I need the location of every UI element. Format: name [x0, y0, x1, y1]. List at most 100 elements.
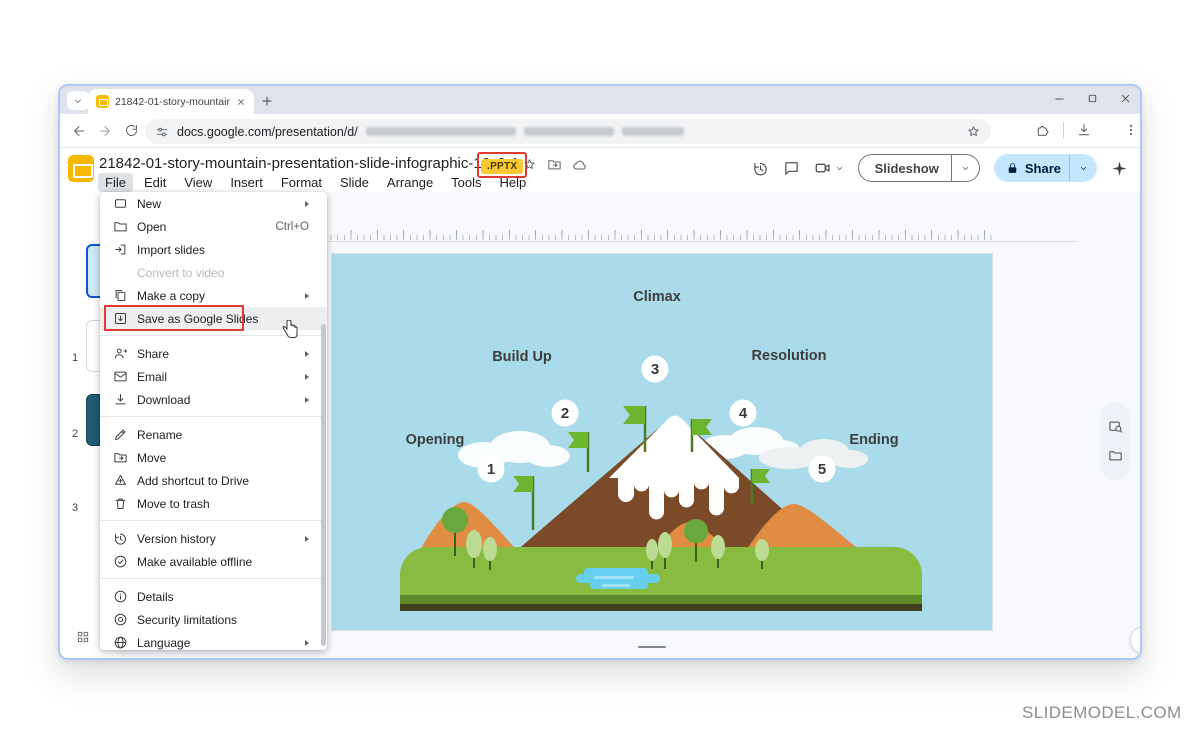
menu-scrollbar[interactable] — [321, 192, 326, 650]
slideshow-dropdown[interactable] — [951, 155, 979, 181]
cloud-status-icon[interactable] — [572, 157, 588, 173]
version-history-icon[interactable] — [752, 160, 769, 177]
menubar-item-insert[interactable]: Insert — [223, 173, 270, 192]
menu-item-label: Version history — [137, 532, 296, 546]
menu-item-open[interactable]: OpenCtrl+O — [100, 215, 327, 238]
menubar-item-file[interactable]: File — [98, 173, 133, 192]
share-label: Share — [1019, 161, 1069, 176]
ruler-ticks — [324, 228, 992, 240]
menu-item-label: Language — [137, 636, 296, 650]
menubar-item-edit[interactable]: Edit — [137, 173, 173, 192]
move-icon — [112, 450, 128, 466]
import-icon — [112, 242, 128, 258]
url-bar[interactable]: docs.google.com/presentation/d/ — [145, 119, 991, 144]
menubar-item-slide[interactable]: Slide — [333, 173, 376, 192]
menubar-item-help[interactable]: Help — [493, 173, 534, 192]
browser-menu-icon[interactable] — [1124, 123, 1138, 137]
tab-search-button[interactable] — [67, 91, 89, 110]
menubar-item-view[interactable]: View — [177, 173, 219, 192]
forward-button[interactable] — [92, 118, 118, 144]
grid-view-button[interactable] — [70, 626, 96, 648]
menu-item-label: Share — [137, 347, 296, 361]
star-document-icon[interactable] — [522, 157, 537, 172]
menu-item-download[interactable]: Download — [100, 388, 327, 411]
menu-item-add-shortcut-to-drive[interactable]: Add shortcut to Drive — [100, 469, 327, 492]
menubar-item-arrange[interactable]: Arrange — [380, 173, 440, 192]
page: 21842-01-story-mountain-pres — [0, 0, 1200, 743]
language-icon — [112, 635, 128, 651]
menu-item-language[interactable]: Language — [100, 631, 327, 650]
blank-icon — [112, 265, 128, 281]
document-title[interactable]: 21842-01-story-mountain-presentation-sli… — [99, 155, 519, 172]
comment-icon[interactable] — [783, 160, 800, 177]
menu-item-version-history[interactable]: Version history — [100, 527, 327, 550]
share-dropdown[interactable] — [1069, 154, 1097, 182]
menu-item-label: Convert to video — [137, 266, 309, 280]
image-search-icon[interactable] — [1108, 419, 1123, 434]
slideshow-button[interactable]: Slideshow — [858, 154, 980, 182]
gemini-sparkle-icon[interactable] — [1111, 160, 1128, 177]
share-icon — [112, 346, 128, 362]
watermark-text: SLIDEMODEL.COM — [1022, 703, 1182, 723]
chevron-down-icon — [835, 164, 844, 173]
extensions-icon[interactable] — [1035, 122, 1051, 138]
menu-item-move[interactable]: Move — [100, 446, 327, 469]
history-icon — [112, 531, 128, 547]
drive-icon — [112, 473, 128, 489]
site-settings-icon[interactable] — [155, 125, 169, 139]
email-icon — [112, 369, 128, 385]
browser-tab[interactable]: 21842-01-story-mountain-pres — [88, 89, 254, 114]
menu-item-label: Import slides — [137, 243, 309, 257]
menu-item-share[interactable]: Share — [100, 342, 327, 365]
story-mountain-graphic: 1 2 3 4 5 Opening Build Up Climax Resolu… — [332, 254, 992, 630]
lock-icon — [1006, 162, 1019, 175]
label-build-up: Build Up — [492, 349, 552, 365]
menu-item-make-a-copy[interactable]: Make a copy — [100, 284, 327, 307]
share-button[interactable]: Share — [994, 154, 1097, 182]
chevron-down-icon — [961, 164, 970, 173]
move-folder-icon[interactable] — [547, 157, 562, 172]
menu-item-new[interactable]: New — [100, 192, 327, 215]
slides-logo-icon[interactable] — [68, 155, 94, 182]
step-5: 5 — [818, 461, 826, 478]
menu-divider — [100, 578, 327, 579]
window-close-button[interactable] — [1119, 92, 1132, 105]
bookmark-star-icon[interactable] — [966, 124, 981, 139]
join-call-button[interactable] — [814, 159, 844, 177]
download-icon — [112, 392, 128, 408]
menu-item-move-to-trash[interactable]: Move to trash — [100, 492, 327, 515]
menubar-item-tools[interactable]: Tools — [444, 173, 488, 192]
menu-item-email[interactable]: Email — [100, 365, 327, 388]
menu-item-label: Security limitations — [137, 613, 309, 627]
window-minimize-button[interactable] — [1053, 92, 1066, 105]
tab-close-icon[interactable] — [236, 97, 246, 107]
mouse-cursor — [282, 320, 299, 339]
url-redacted-segment — [622, 127, 684, 136]
menubar-item-format[interactable]: Format — [274, 173, 329, 192]
downloads-icon[interactable] — [1076, 122, 1092, 138]
menu-item-import-slides[interactable]: Import slides — [100, 238, 327, 261]
menu-item-rename[interactable]: Rename — [100, 423, 327, 446]
window-maximize-button[interactable] — [1086, 92, 1099, 105]
menu-item-label: New — [137, 197, 296, 211]
slide-number-1: 1 — [72, 352, 78, 364]
new-tab-button[interactable] — [260, 94, 274, 108]
slide-number-2: 2 — [72, 428, 78, 440]
speaker-notes-handle[interactable] — [638, 646, 666, 648]
side-panel-pill — [1100, 402, 1130, 480]
menu-scrollbar-thumb[interactable] — [321, 324, 326, 646]
menu-item-label: Email — [137, 370, 296, 384]
menu-item-shortcut: Ctrl+O — [275, 221, 309, 233]
menu-item-details[interactable]: Details — [100, 585, 327, 608]
reload-button[interactable] — [118, 118, 144, 144]
menu-item-label: Download — [137, 393, 296, 407]
file-type-badge: .PPTX — [481, 159, 523, 174]
slide-number-3: 3 — [72, 502, 78, 514]
video-camera-icon — [814, 159, 832, 177]
chevron-down-icon — [72, 95, 84, 107]
menu-item-security-limitations[interactable]: Security limitations — [100, 608, 327, 631]
menu-item-make-available-offline[interactable]: Make available offline — [100, 550, 327, 573]
folder-icon[interactable] — [1108, 448, 1123, 463]
current-slide[interactable]: 1 2 3 4 5 Opening Build Up Climax Resolu… — [332, 254, 992, 630]
back-button[interactable] — [66, 118, 92, 144]
